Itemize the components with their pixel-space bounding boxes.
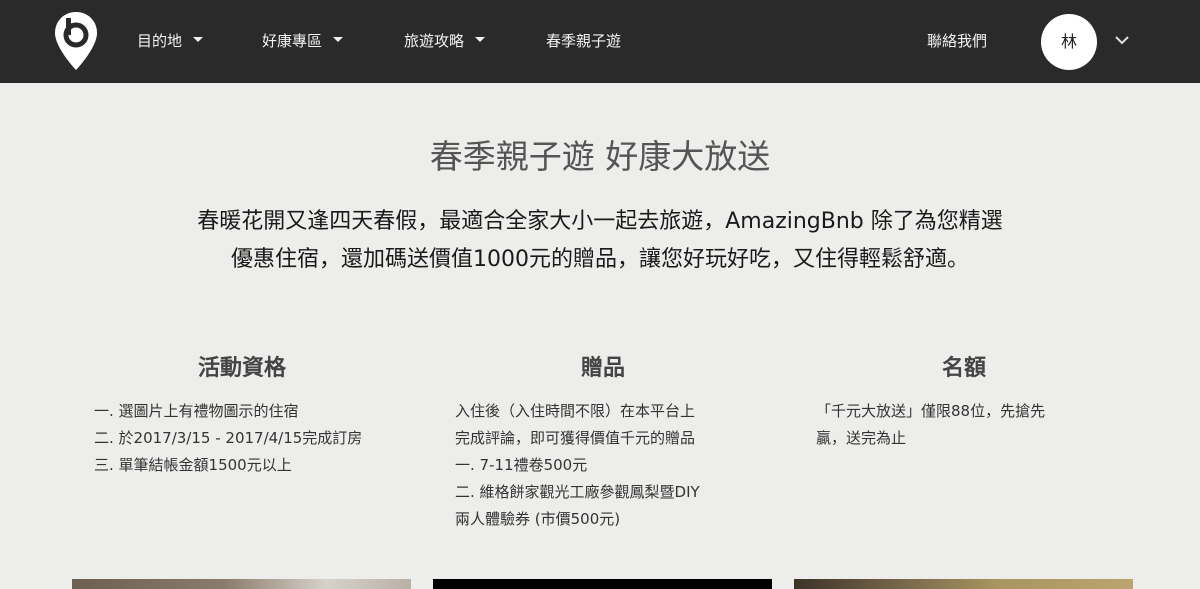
nav-travel-guides-label: 旅遊攻略 [404, 32, 465, 50]
list-item: 贏，送完為止 [816, 429, 907, 447]
eligibility-list: 一. 選圖片上有禮物圖示的住宿 二. 於2017/3/15 - 2017/4/1… [94, 398, 394, 479]
nav-deals[interactable]: 好康專區 [262, 30, 344, 52]
list-item: 兩人體驗券 (市價500元) [455, 510, 621, 528]
gifts-heading: 贈品 [580, 355, 625, 381]
top-navbar: 目的地 好康專區 旅遊攻略 春季親子遊 聯絡我們 林 [0, 0, 1200, 83]
caret-down-icon [193, 37, 204, 42]
nav-spring-family-trip[interactable]: 春季親子遊 [546, 30, 621, 52]
avatar[interactable]: 林 [1041, 14, 1097, 70]
listing-thumbnail[interactable] [72, 579, 411, 589]
list-item: 二. 維格餅家觀光工廠參觀鳳梨暨DIY [455, 483, 700, 501]
map-pin-b-icon[interactable] [53, 10, 99, 72]
quota-heading: 名額 [941, 355, 986, 381]
list-item: 完成評論，即可獲得價值千元的贈品 [455, 429, 696, 447]
contact-us-label: 聯絡我們 [927, 32, 988, 50]
list-item: 「千元大放送」僅限88位，先搶先 [816, 402, 1046, 420]
list-item: 三. 單筆結帳金額1500元以上 [94, 456, 292, 474]
hero-description-line: 優惠住宿，還加碼送價值1000元的贈品，讓您好玩好吃，又住得輕鬆舒適。 [231, 247, 969, 272]
avatar-initial: 林 [1060, 32, 1077, 51]
gifts-list: 入住後（入住時間不限）在本平台上 完成評論，即可獲得價值千元的贈品 一. 7-1… [455, 398, 755, 533]
page-title: 春季親子遊 好康大放送 [429, 137, 771, 176]
hero-description-line: 春暖花開又逢四天春假，最適合全家大小一起去旅遊，AmazingBnb 除了為您精… [197, 209, 1003, 234]
nav-destination[interactable]: 目的地 [137, 30, 204, 52]
nav-deals-label: 好康專區 [262, 32, 323, 50]
hero-description: 春暖花開又逢四天春假，最適合全家大小一起去旅遊，AmazingBnb 除了為您精… [150, 203, 1050, 279]
eligibility-heading: 活動資格 [197, 355, 286, 381]
caret-down-icon [475, 37, 486, 42]
listing-thumbnail[interactable] [433, 579, 772, 589]
caret-down-icon [333, 37, 344, 42]
contact-us-link[interactable]: 聯絡我們 [927, 30, 987, 52]
list-item: 入住後（入住時間不限）在本平台上 [455, 402, 696, 420]
list-item: 一. 7-11禮卷500元 [455, 456, 588, 474]
nav-destination-label: 目的地 [137, 32, 183, 50]
list-item: 一. 選圖片上有禮物圖示的住宿 [94, 402, 299, 420]
list-item: 二. 於2017/3/15 - 2017/4/15完成訂房 [94, 429, 363, 447]
quota-list: 「千元大放送」僅限88位，先搶先 贏，送完為止 [816, 398, 1116, 452]
chevron-down-icon[interactable] [1112, 30, 1132, 50]
nav-travel-guides[interactable]: 旅遊攻略 [404, 30, 486, 52]
nav-spring-family-trip-label: 春季親子遊 [546, 32, 622, 50]
listing-thumbnail[interactable] [794, 579, 1133, 589]
